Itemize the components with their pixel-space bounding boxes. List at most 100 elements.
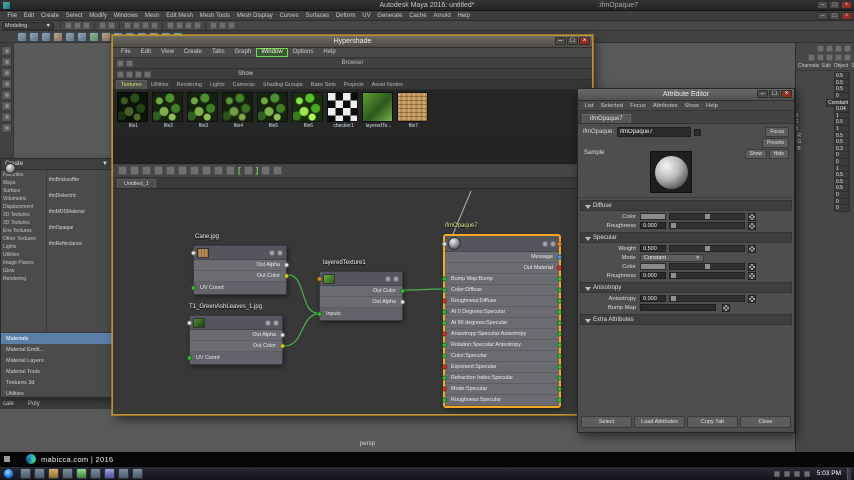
node-attribute-row[interactable]: Out Color [194,271,289,282]
ipr-render-icon[interactable] [219,22,226,29]
hypershade-menu-item[interactable]: Options [288,48,319,57]
node-attribute-row[interactable]: Rotation:Specular:Anisotropy [442,340,562,351]
taskbar-app-icon[interactable] [103,468,115,479]
layout-single-icon[interactable] [1,123,12,133]
menu-item[interactable]: Surfaces [302,13,332,19]
undo-icon[interactable] [99,22,106,29]
output-port[interactable] [557,375,562,381]
ae-menu-item[interactable]: Show [681,103,703,109]
color-swatch[interactable] [640,263,666,270]
map-button-icon[interactable] [722,303,730,312]
input-port[interactable] [442,320,447,326]
input-port[interactable] [442,276,447,282]
input-port[interactable] [317,311,322,317]
minimize-icon[interactable]: – [817,1,828,9]
input-port[interactable] [442,364,447,370]
color-slider[interactable] [669,213,745,220]
anisotropy-slider[interactable] [669,295,745,302]
create-section-item[interactable]: Material Layers [1,355,112,366]
taskbar-app-icon[interactable] [117,468,129,479]
node-name-input[interactable] [617,127,692,137]
menu-item[interactable]: Mesh Display [233,13,276,19]
browser-tab[interactable]: Asset Nodes [368,81,407,89]
node-ifm-opaque[interactable]: Message Out Material Bump Map:Bump Color… [442,235,562,407]
node-attribute-row[interactable]: Color:Diffuse [442,285,562,296]
input-port[interactable] [442,397,447,403]
node-header[interactable] [442,236,562,252]
input-port[interactable] [442,309,447,315]
output-port[interactable] [557,364,562,370]
shelf-pyramid-icon[interactable] [101,31,111,42]
move-tool-icon[interactable] [1,79,12,89]
hypershade-menu-item[interactable]: Graph [230,48,257,57]
node-layered-texture[interactable]: Out Color Out Alpha Inputs [317,271,405,321]
node-state-icon[interactable] [385,275,391,282]
workspace-selector[interactable]: Modeling ▼ [2,21,54,30]
save-scene-icon[interactable] [83,22,90,29]
node-attribute-row[interactable]: Exponent:Specular [442,362,562,373]
snap-plane-icon[interactable] [194,22,201,29]
browser-tab[interactable]: Shading Groups [259,81,307,89]
browser-tab[interactable]: Bake Sets [307,81,340,89]
output-port[interactable] [557,298,562,304]
hypershade-maximize-icon[interactable]: □ [567,37,578,45]
menu-item[interactable]: Mesh [141,13,162,19]
create-material-item[interactable]: ifmOpaque [5,163,112,236]
map-button-icon[interactable] [748,271,756,280]
paint-select-tool-icon[interactable] [1,68,12,78]
hypershade-menu-item[interactable]: View [156,48,179,57]
redo-icon[interactable] [108,22,115,29]
output-port[interactable] [284,273,289,279]
node-attribute-row[interactable]: Color:Specular [442,351,562,362]
taskbar-app-icon[interactable] [131,468,143,479]
browser-tab[interactable]: Cameras [229,81,259,89]
roughness-value-field[interactable]: 0.000 [640,272,666,279]
output-port[interactable] [557,241,562,246]
select-tool-icon[interactable] [1,46,12,56]
focus-button[interactable]: Focus [765,127,789,137]
ae-footer-button[interactable]: Close [740,416,791,428]
input-port[interactable] [442,287,447,293]
graph-output-icon[interactable] [130,166,139,175]
node-attribute-row[interactable]: Roughness:Diffuse [442,296,562,307]
close-icon[interactable]: × [841,1,852,9]
channel-toolbar-icon[interactable] [844,54,851,61]
shelf-cube-icon[interactable] [29,31,39,42]
node-attribute-row[interactable]: At 90 degrees:Specular [442,318,562,329]
create-category-item[interactable]: Rendering [3,275,46,283]
node-header[interactable] [191,246,286,260]
output-port[interactable] [400,288,405,294]
rotate-tool-icon[interactable] [1,90,12,100]
bump-map-field[interactable] [640,304,716,311]
channel-toolbar-icon[interactable] [835,54,842,61]
input-port[interactable] [442,375,447,381]
hypershade-menu-item[interactable]: Help [318,48,340,57]
create-category-item[interactable]: 3D Textures [3,219,46,227]
create-category-item[interactable]: Utilities [3,251,46,259]
node-state-icon[interactable] [269,249,275,256]
connected-mode-icon[interactable] [214,166,223,175]
refresh-icon[interactable] [117,70,124,78]
create-category-item[interactable]: Other Textures [3,235,46,243]
map-button-icon[interactable] [748,262,756,271]
render-settings-icon[interactable] [228,22,235,29]
create-category-item[interactable]: Glow [3,267,46,275]
snap-grid-icon[interactable] [167,22,174,29]
menu-item[interactable]: Mesh Tools [196,13,233,19]
input-port[interactable] [187,320,192,325]
output-port[interactable] [284,262,289,268]
texture-thumbnail[interactable] [187,92,218,122]
create-section-item[interactable]: Utilities [1,388,112,399]
graph-inout-icon[interactable] [142,166,151,175]
create-material-item[interactable]: ifmMDSMaterial [5,163,112,220]
ae-footer-button[interactable]: Load Attributes [634,416,685,428]
rearrange-icon[interactable] [166,166,175,175]
attribute-editor-title-bar[interactable]: Attribute Editor – □ × [578,89,794,101]
menu-item[interactable]: Arnold [430,13,454,19]
output-port[interactable] [557,386,562,392]
browser-tab[interactable]: Textures [116,80,147,89]
create-material-item[interactable]: ifmDielectric [5,163,112,204]
frame-selected-icon[interactable] [190,166,199,175]
create-category-item[interactable]: Displacement [3,203,46,211]
selection-mask-icon[interactable] [124,22,131,29]
